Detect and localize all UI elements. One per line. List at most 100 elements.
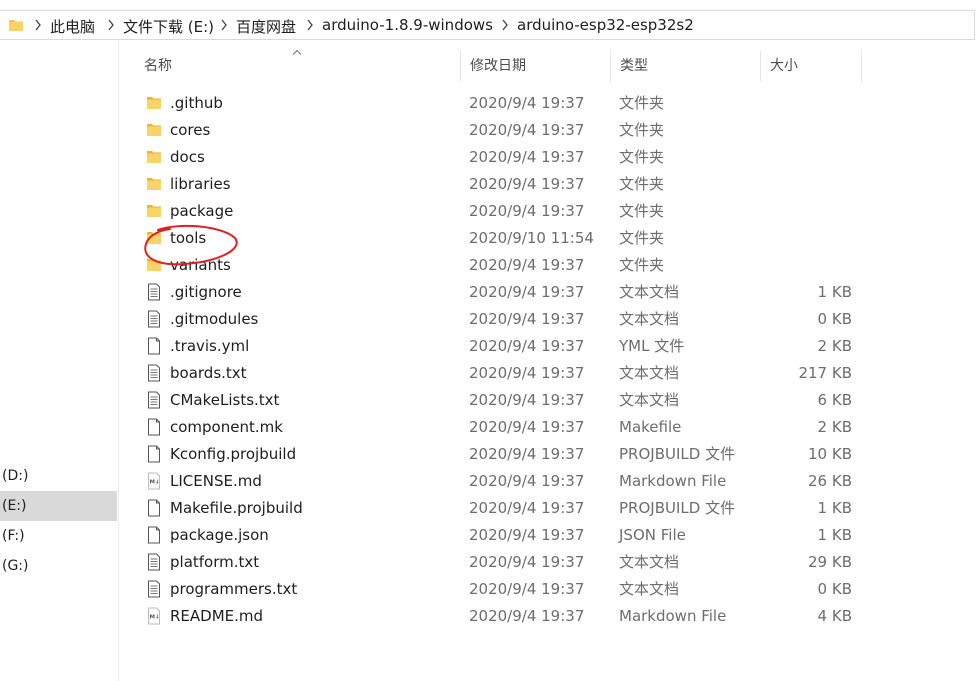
file-name: README.md — [170, 607, 264, 625]
file-name: tools — [170, 229, 207, 247]
file-date: 2020/9/4 19:37 — [469, 175, 585, 193]
column-header-name[interactable]: 名称 — [135, 50, 461, 82]
file-date: 2020/9/4 19:37 — [469, 499, 585, 517]
file-type: Markdown File — [619, 472, 727, 490]
chevron-right-icon[interactable] — [500, 18, 510, 32]
file-date: 2020/9/4 19:37 — [469, 607, 585, 625]
file-date: 2020/9/4 19:37 — [469, 121, 585, 139]
file-name: libraries — [170, 175, 231, 193]
text-file-icon — [148, 310, 160, 328]
file-row[interactable]: platform.txt 2020/9/4 19:37 文本文档 29 KB — [135, 549, 862, 576]
svg-text:M↓: M↓ — [150, 614, 160, 621]
file-row[interactable]: package.json 2020/9/4 19:37 JSON File 1 KB — [135, 522, 862, 549]
svg-text:M↓: M↓ — [150, 479, 160, 486]
file-row[interactable]: .github 2020/9/4 19:37 文件夹 — [135, 90, 862, 117]
file-row[interactable]: Makefile.projbuild 2020/9/4 19:37 PROJBUIL… — [135, 495, 862, 522]
file-row[interactable]: .travis.yml 2020/9/4 19:37 YML 文件 2 KB — [135, 333, 862, 360]
blank-file-icon — [148, 526, 160, 544]
column-header-date[interactable]: 修改日期 — [461, 50, 611, 82]
file-name: .gitmodules — [170, 310, 259, 328]
nav-drive-g[interactable]: (G:) — [0, 551, 117, 581]
file-name: .gitignore — [170, 283, 242, 301]
breadcrumb-this-pc[interactable]: 此电脑 — [50, 16, 95, 37]
folder-icon — [147, 97, 161, 109]
file-row[interactable]: boards.txt 2020/9/4 19:37 文本文档 217 KB — [135, 360, 862, 387]
file-row[interactable]: programmers.txt 2020/9/4 19:37 文本文档 0 KB — [135, 576, 862, 603]
file-name: .travis.yml — [170, 337, 250, 355]
file-size: 1 KB — [817, 283, 852, 301]
chevron-right-icon[interactable] — [106, 18, 116, 32]
column-header-size-label: 大小 — [770, 58, 798, 74]
nav-drive-d[interactable]: (D:) — [0, 461, 117, 491]
markdown-file-icon: M↓ — [148, 472, 160, 490]
file-date: 2020/9/4 19:37 — [469, 472, 585, 490]
chevron-right-icon[interactable] — [219, 18, 229, 32]
file-date: 2020/9/4 19:37 — [469, 94, 585, 112]
chevron-right-icon[interactable] — [305, 18, 315, 32]
column-header-date-label: 修改日期 — [470, 58, 526, 74]
address-bar[interactable]: 此电脑 文件下载 (E:) 百度网盘 arduino-1.8.9-windows… — [0, 10, 975, 40]
text-file-icon — [148, 283, 160, 301]
file-row[interactable]: .gitignore 2020/9/4 19:37 文本文档 1 KB — [135, 279, 862, 306]
file-name: Makefile.projbuild — [170, 499, 303, 517]
file-type: 文件夹 — [619, 202, 665, 220]
file-date: 2020/9/4 19:37 — [469, 391, 585, 409]
folder-icon — [147, 178, 161, 190]
file-name: CMakeLists.txt — [170, 391, 280, 409]
column-header-size[interactable]: 大小 — [761, 50, 862, 82]
nav-drive-f[interactable]: (F:) — [0, 521, 117, 551]
file-row[interactable]: M↓ LICENSE.md 2020/9/4 19:37 Markdown File 2… — [135, 468, 862, 495]
file-size: 217 KB — [798, 364, 852, 382]
text-file-icon — [148, 364, 160, 382]
column-header-type-label: 类型 — [620, 58, 648, 74]
file-size: 1 KB — [817, 526, 852, 544]
file-row[interactable]: .gitmodules 2020/9/4 19:37 文本文档 0 KB — [135, 306, 862, 333]
file-type: 文本文档 — [619, 310, 680, 328]
breadcrumb-drive-e[interactable]: 文件下载 (E:) — [123, 16, 214, 37]
file-name: package — [170, 202, 234, 220]
file-row[interactable]: component.mk 2020/9/4 19:37 Makefile 2 KB — [135, 414, 862, 441]
blank-file-icon — [148, 418, 160, 436]
file-size: 4 KB — [817, 607, 852, 625]
column-header-type[interactable]: 类型 — [611, 50, 761, 82]
file-type: 文本文档 — [619, 283, 680, 301]
blank-file-icon — [148, 445, 160, 463]
file-row[interactable]: libraries 2020/9/4 19:37 文件夹 — [135, 171, 862, 198]
text-file-icon — [148, 553, 160, 571]
file-type: YML 文件 — [619, 337, 685, 355]
file-date: 2020/9/4 19:37 — [469, 337, 585, 355]
breadcrumb-current-folder[interactable]: arduino-esp32-esp32s2 — [517, 16, 694, 34]
text-file-icon — [148, 391, 160, 409]
file-name: boards.txt — [170, 364, 247, 382]
markdown-file-icon: M↓ — [148, 607, 160, 625]
file-row[interactable]: package 2020/9/4 19:37 文件夹 — [135, 198, 862, 225]
file-row[interactable]: variants 2020/9/4 19:37 文件夹 — [135, 252, 862, 279]
file-row[interactable]: CMakeLists.txt 2020/9/4 19:37 文本文档 6 KB — [135, 387, 862, 414]
breadcrumb-arduino-windows[interactable]: arduino-1.8.9-windows — [322, 16, 493, 34]
text-file-icon — [148, 580, 160, 598]
chevron-right-icon[interactable] — [33, 18, 43, 32]
folder-icon — [147, 259, 161, 271]
file-name: .github — [170, 94, 223, 112]
file-size: 0 KB — [817, 580, 852, 598]
file-row[interactable]: tools 2020/9/10 11:54 文件夹 — [135, 225, 862, 252]
file-row[interactable]: docs 2020/9/4 19:37 文件夹 — [135, 144, 862, 171]
file-type: 文件夹 — [619, 94, 665, 112]
nav-drive-e[interactable]: (E:) — [0, 491, 117, 521]
file-type: 文件夹 — [619, 121, 665, 139]
file-name: platform.txt — [170, 553, 260, 571]
file-date: 2020/9/4 19:37 — [469, 526, 585, 544]
folder-icon — [9, 20, 23, 31]
file-row[interactable]: cores 2020/9/4 19:37 文件夹 — [135, 117, 862, 144]
file-size: 6 KB — [817, 391, 852, 409]
file-row[interactable]: Kconfig.projbuild 2020/9/4 19:37 PROJBUILD… — [135, 441, 862, 468]
breadcrumb-baidu-netdisk[interactable]: 百度网盘 — [236, 16, 296, 37]
navigation-pane[interactable]: (D:) (E:) (F:) (G:) — [0, 41, 119, 681]
folder-icon — [147, 205, 161, 217]
file-date: 2020/9/10 11:54 — [469, 229, 594, 247]
file-name: cores — [170, 121, 211, 139]
file-row[interactable]: M↓ README.md 2020/9/4 19:37 Markdown File 4 … — [135, 603, 862, 630]
file-name: Kconfig.projbuild — [170, 445, 297, 463]
file-type: PROJBUILD 文件 — [619, 445, 736, 463]
file-size: 0 KB — [817, 310, 852, 328]
